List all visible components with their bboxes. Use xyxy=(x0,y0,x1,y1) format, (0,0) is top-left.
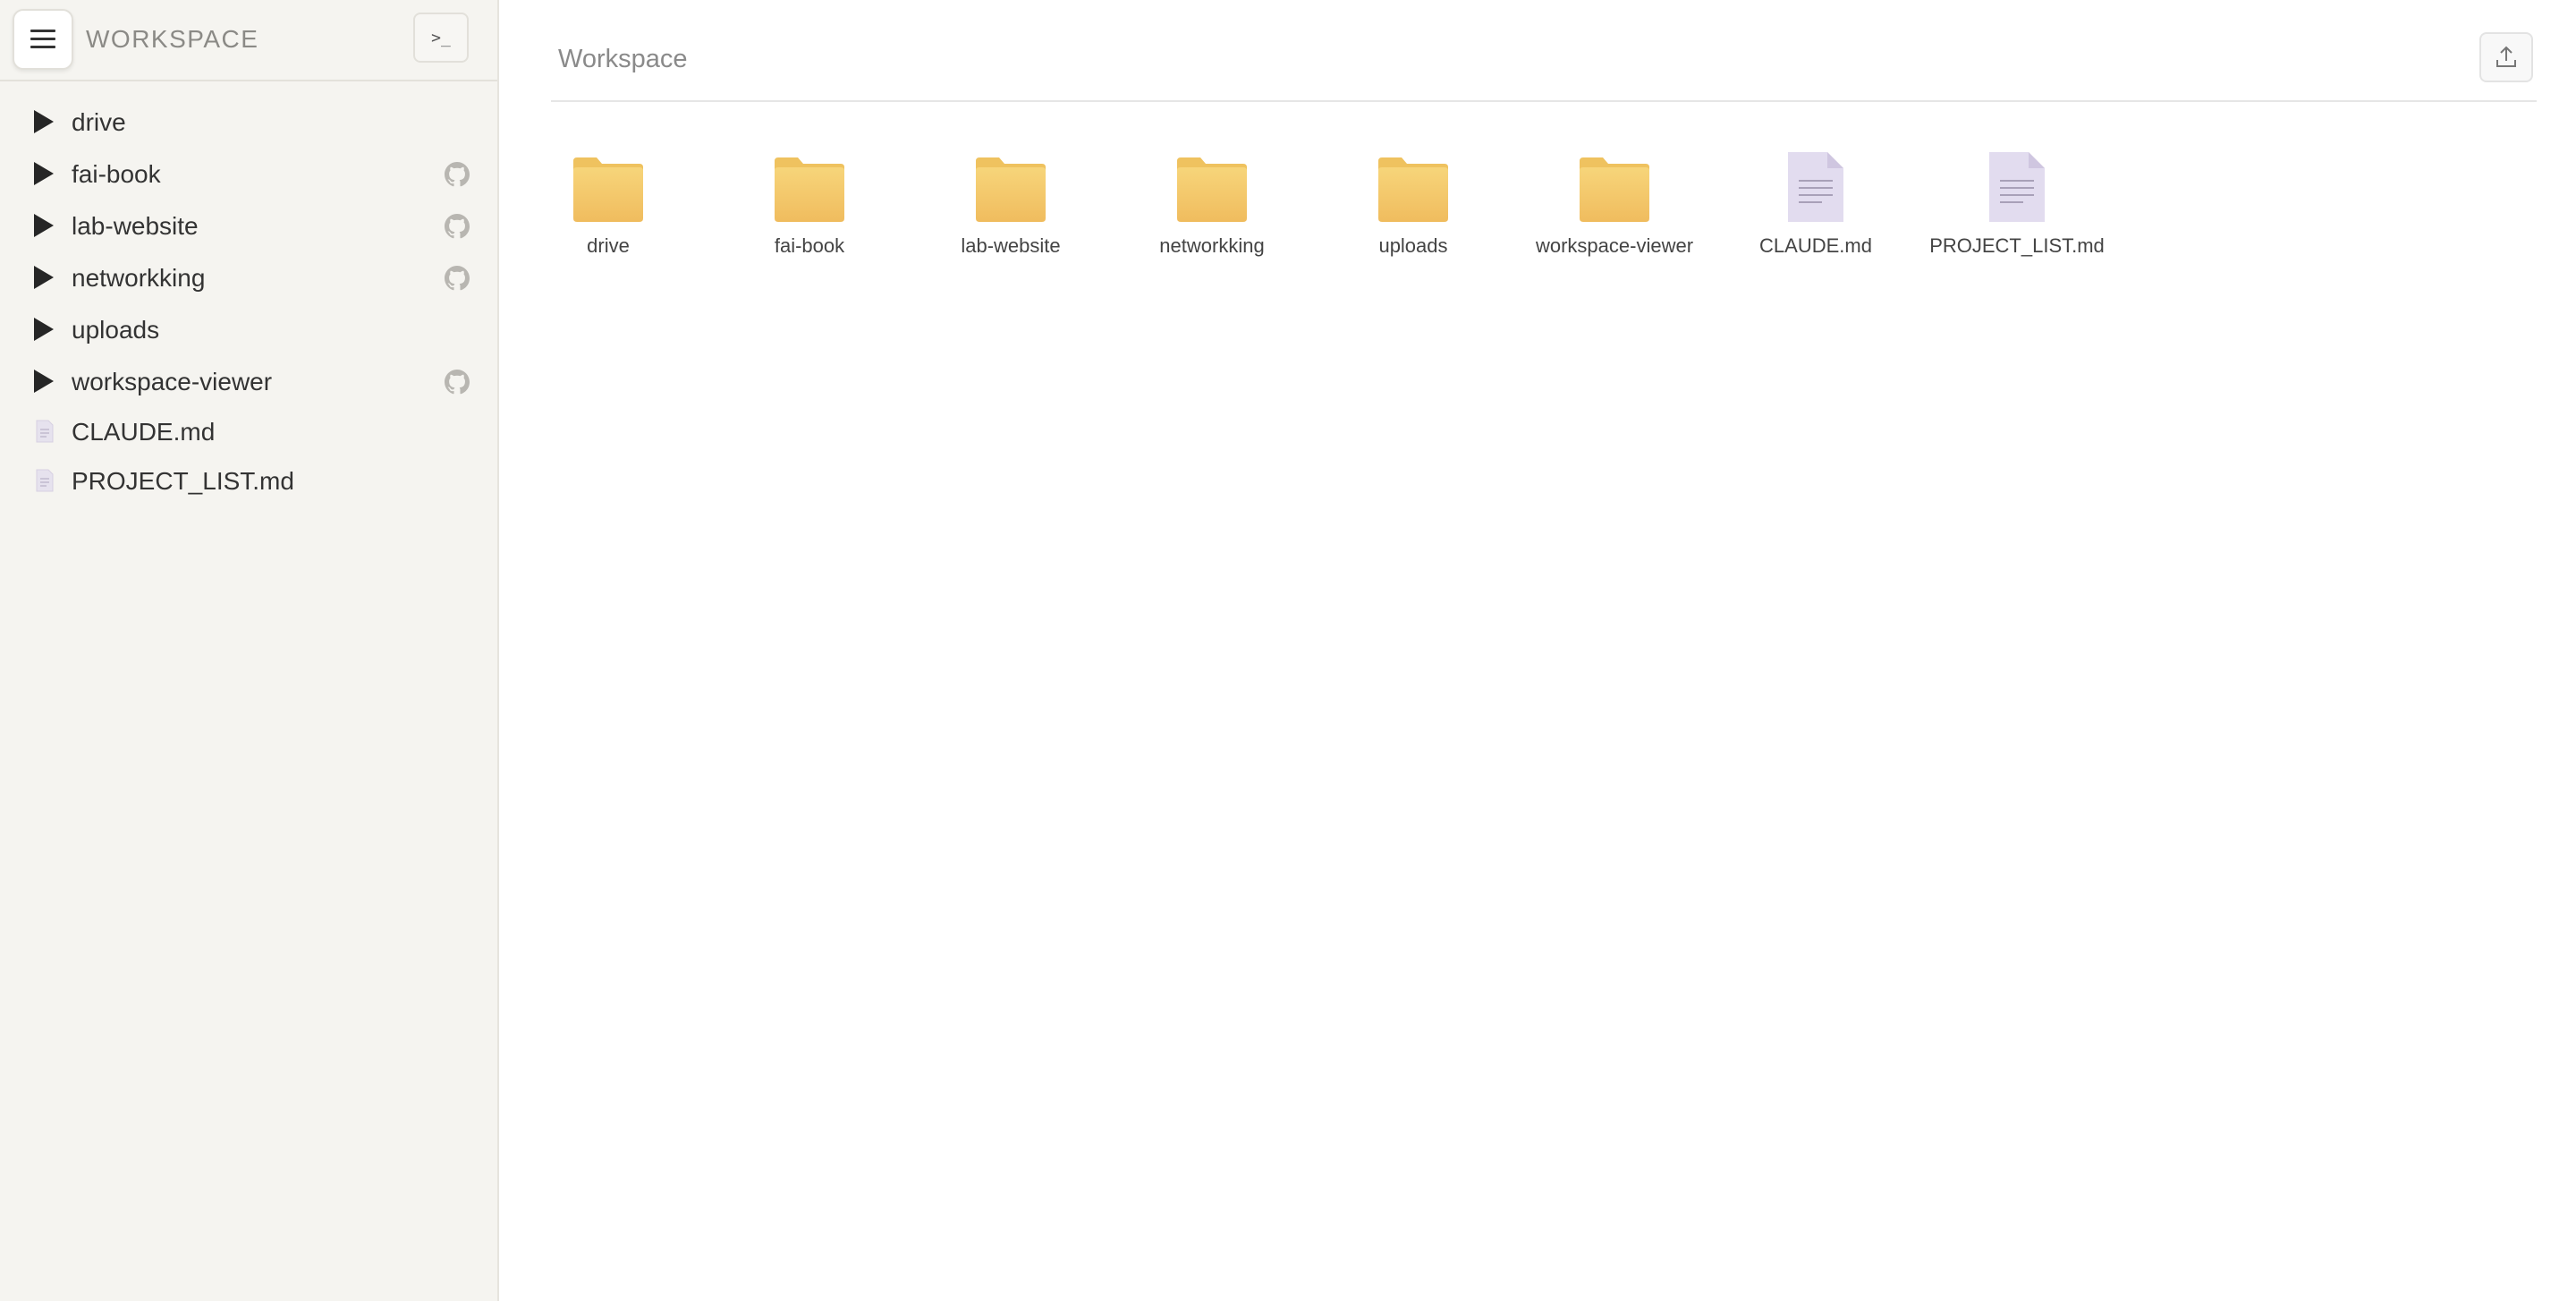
tree-item-label: lab-website xyxy=(72,212,199,240)
hamburger-icon xyxy=(30,30,55,49)
grid-item-label: fai-book xyxy=(774,234,845,257)
breadcrumb[interactable]: Workspace xyxy=(558,45,688,74)
grid-folder-item[interactable]: fai-book xyxy=(720,152,899,268)
expand-caret-icon[interactable] xyxy=(34,162,54,185)
grid-file-item[interactable]: CLAUDE.md xyxy=(1726,152,1905,268)
grid-item-label: networkking xyxy=(1159,234,1265,257)
github-icon[interactable] xyxy=(445,266,470,291)
grid-item-label: uploads xyxy=(1378,234,1448,257)
tree-folder-item[interactable]: drive xyxy=(0,98,497,145)
sidebar-header: WORKSPACE >_ xyxy=(0,0,497,81)
tree-item-label: fai-book xyxy=(72,160,161,188)
grid-item-label: drive xyxy=(587,234,630,257)
tree-item-label: CLAUDE.md xyxy=(72,418,216,446)
github-icon[interactable] xyxy=(445,214,470,239)
file-icon xyxy=(36,469,54,492)
grid-folder-item[interactable]: uploads xyxy=(1324,152,1503,268)
tree-folder-item[interactable]: uploads xyxy=(0,306,497,353)
terminal-icon: >_ xyxy=(431,28,451,47)
tree-file-item[interactable]: CLAUDE.md xyxy=(0,408,497,455)
tree-item-label: drive xyxy=(72,108,126,136)
file-icon xyxy=(1987,150,2046,228)
github-icon[interactable] xyxy=(445,162,470,187)
tree-folder-item[interactable]: networkking xyxy=(0,254,497,301)
upload-icon xyxy=(2496,46,2516,67)
folder-icon xyxy=(572,156,645,228)
grid-item-label: PROJECT_LIST.md xyxy=(1929,234,2105,257)
tree-item-label: workspace-viewer xyxy=(72,368,273,395)
grid-folder-item[interactable]: lab-website xyxy=(921,152,1100,268)
upload-button[interactable] xyxy=(2479,32,2533,82)
folder-icon xyxy=(773,156,846,228)
tree-file-item[interactable]: PROJECT_LIST.md xyxy=(0,457,497,504)
main-panel: Workspace drive fai-book lab-website networ… xyxy=(501,0,2576,1301)
tree-folder-item[interactable]: workspace-viewer xyxy=(0,358,497,404)
expand-caret-icon[interactable] xyxy=(34,110,54,133)
expand-caret-icon[interactable] xyxy=(34,370,54,393)
grid-item-label: lab-website xyxy=(961,234,1061,257)
expand-caret-icon[interactable] xyxy=(34,214,54,237)
folder-icon xyxy=(1175,156,1249,228)
folder-icon xyxy=(974,156,1047,228)
terminal-button[interactable]: >_ xyxy=(413,13,469,63)
grid-item-label: workspace-viewer xyxy=(1535,234,1694,257)
expand-caret-icon[interactable] xyxy=(34,318,54,341)
tree-folder-item[interactable]: lab-website xyxy=(0,202,497,249)
expand-caret-icon[interactable] xyxy=(34,266,54,289)
folder-icon xyxy=(1578,156,1651,228)
grid-folder-item[interactable]: drive xyxy=(519,152,698,268)
grid-folder-item[interactable]: networkking xyxy=(1123,152,1301,268)
sidebar-title: WORKSPACE xyxy=(86,25,259,53)
grid-file-item[interactable]: PROJECT_LIST.md xyxy=(1928,152,2106,268)
file-icon xyxy=(36,420,54,443)
grid-folder-item[interactable]: workspace-viewer xyxy=(1525,152,1704,268)
tree-item-label: PROJECT_LIST.md xyxy=(72,467,294,495)
menu-button[interactable] xyxy=(13,9,73,70)
tree-item-label: networkking xyxy=(72,264,206,292)
folder-icon xyxy=(1377,156,1450,228)
sidebar: WORKSPACE >_ drive fai-book lab-website net… xyxy=(0,0,499,1301)
header-divider xyxy=(551,100,2537,102)
tree-folder-item[interactable]: fai-book xyxy=(0,150,497,197)
file-icon xyxy=(1786,150,1845,228)
tree-item-label: uploads xyxy=(72,316,160,344)
github-icon[interactable] xyxy=(445,370,470,395)
grid-item-label: CLAUDE.md xyxy=(1759,234,1872,257)
